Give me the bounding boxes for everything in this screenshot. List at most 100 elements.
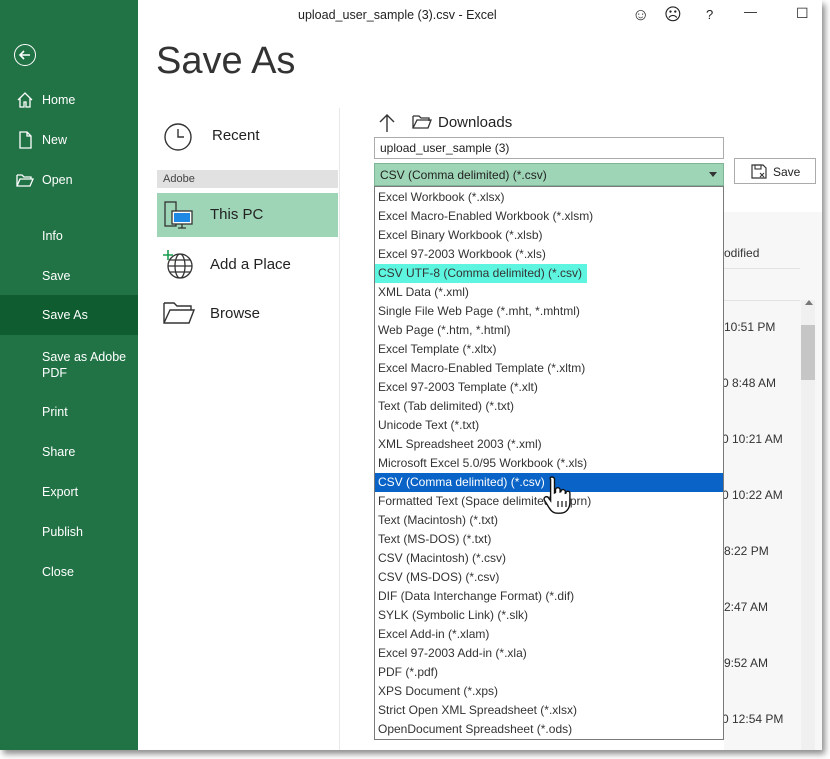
back-arrow-icon[interactable]	[14, 44, 36, 66]
date-modified-header[interactable]: odified	[724, 246, 759, 260]
window-title: upload_user_sample (3).csv - Excel	[298, 8, 497, 22]
location-label: Add a Place	[210, 256, 291, 273]
globe-add-icon	[163, 249, 195, 285]
nav-label: Close	[42, 565, 74, 579]
location-add-place[interactable]: Add a Place	[157, 243, 338, 287]
nav-close[interactable]: Close	[0, 563, 138, 583]
nav-print[interactable]: Print	[0, 403, 138, 423]
location-browse[interactable]: Browse	[157, 292, 338, 336]
breadcrumb[interactable]: Downloads	[438, 114, 512, 131]
nav-label: Export	[42, 485, 79, 499]
file-type-option[interactable]: Strict Open XML Spreadsheet (*.xlsx)	[375, 701, 723, 720]
file-type-option[interactable]: Text (MS-DOS) (*.txt)	[375, 530, 723, 549]
nav-save-as[interactable]: Save As	[0, 295, 138, 335]
save-button[interactable]: Save	[734, 158, 816, 184]
nav-new[interactable]: New	[0, 131, 138, 151]
nav-label: Home	[42, 93, 76, 107]
file-type-option[interactable]: Excel Add-in (*.xlam)	[375, 625, 723, 644]
smile-feedback-icon[interactable]: ☺	[632, 5, 649, 25]
nav-home[interactable]: Home	[0, 91, 138, 111]
computer-icon	[162, 199, 194, 235]
nav-publish[interactable]: Publish	[0, 523, 138, 543]
scroll-up-icon[interactable]	[805, 300, 813, 305]
file-type-option[interactable]: Single File Web Page (*.mht, *.mhtml)	[375, 302, 723, 321]
nav-open[interactable]: Open	[0, 171, 138, 191]
file-type-select[interactable]: CSV (Comma delimited) (*.csv)	[374, 163, 724, 186]
title-bar: upload_user_sample (3).csv - Excel ☺ ☹ ?…	[138, 0, 822, 32]
nav-label: Share	[42, 445, 76, 459]
location-recent[interactable]: Recent	[157, 114, 338, 158]
home-icon	[16, 91, 34, 109]
maximize-icon[interactable]: ☐	[796, 5, 809, 22]
row-separator	[724, 268, 800, 269]
file-type-option[interactable]: Excel Macro-Enabled Workbook (*.xlsm)	[375, 207, 723, 226]
folder-icon	[163, 300, 196, 330]
file-time: 2:47 AM	[724, 600, 769, 614]
nav-save-as-adobe-pdf[interactable]: Save as Adobe PDF	[0, 347, 138, 383]
minimize-icon[interactable]: —	[744, 4, 757, 19]
file-type-option[interactable]: Microsoft Excel 5.0/95 Workbook (*.xls)	[375, 454, 723, 473]
file-type-option[interactable]: Excel Macro-Enabled Template (*.xltm)	[375, 359, 723, 378]
file-type-option[interactable]: XML Data (*.xml)	[375, 283, 723, 302]
nav-save[interactable]: Save	[0, 267, 138, 287]
file-type-option[interactable]: DIF (Data Interchange Format) (*.dif)	[375, 587, 723, 606]
open-folder-icon	[16, 171, 34, 189]
nav-label-line1: Save as Adobe	[42, 350, 127, 364]
clock-icon	[163, 122, 193, 156]
file-type-option[interactable]: Excel Workbook (*.xlsx)	[375, 188, 723, 207]
nav-export[interactable]: Export	[0, 483, 138, 503]
location-label: Browse	[210, 305, 261, 322]
filename-input[interactable]	[374, 137, 724, 159]
page-title: Save As	[156, 40, 296, 82]
file-type-option[interactable]: OpenDocument Spreadsheet (*.ods)	[375, 720, 723, 739]
nav-info[interactable]: Info	[0, 227, 138, 247]
file-type-option[interactable]: Excel 97-2003 Workbook (*.xls)	[375, 245, 723, 264]
nav-label: Save	[42, 269, 71, 283]
file-type-option[interactable]: Excel Template (*.xltx)	[375, 340, 723, 359]
file-type-option[interactable]: SYLK (Symbolic Link) (*.slk)	[375, 606, 723, 625]
file-type-option[interactable]: Web Page (*.htm, *.html)	[375, 321, 723, 340]
file-time: 0 10:21 AM	[722, 432, 783, 446]
file-type-option[interactable]: Excel 97-2003 Add-in (*.xla)	[375, 644, 723, 663]
save-label: Save	[773, 165, 801, 179]
file-time: 8:22 PM	[724, 544, 769, 558]
file-type-dropdown-list: Excel Workbook (*.xlsx) Excel Macro-Enabl…	[374, 186, 724, 740]
file-type-option[interactable]: Text (Tab delimited) (*.txt)	[375, 397, 723, 416]
save-disk-icon	[751, 164, 767, 182]
location-label: This PC	[210, 206, 264, 223]
location-label: Recent	[212, 127, 260, 144]
file-type-option[interactable]: Excel 97-2003 Template (*.xlt)	[375, 378, 723, 397]
nav-share[interactable]: Share	[0, 443, 138, 463]
scrollbar-thumb[interactable]	[801, 325, 815, 380]
row-separator	[724, 300, 800, 301]
nav-label: Print	[42, 405, 68, 419]
nav-label: New	[42, 133, 68, 147]
file-type-option[interactable]: XPS Document (*.xps)	[375, 682, 723, 701]
nav-label: Save as Adobe PDF	[42, 349, 126, 381]
file-type-option[interactable]: PDF (*.pdf)	[375, 663, 723, 682]
file-time: 0 8:48 AM	[722, 376, 777, 390]
section-label: Adobe	[163, 173, 195, 185]
frown-feedback-icon[interactable]: ☹	[664, 5, 682, 25]
file-type-option[interactable]: CSV (MS-DOS) (*.csv)	[375, 568, 723, 587]
folder-icon	[412, 114, 432, 135]
file-time: 0 10:22 AM	[722, 488, 783, 502]
hand-pointer-cursor-icon	[543, 475, 573, 522]
chevron-down-icon	[709, 172, 717, 177]
file-time: 0 12:54 PM	[722, 712, 784, 726]
new-document-icon	[16, 131, 34, 149]
file-type-value: CSV (Comma delimited) (*.csv)	[380, 168, 547, 182]
up-arrow-icon[interactable]	[378, 113, 396, 138]
file-type-option[interactable]: Unicode Text (*.txt)	[375, 416, 723, 435]
location-this-pc[interactable]: This PC	[157, 193, 338, 237]
help-icon[interactable]: ?	[706, 7, 713, 22]
file-type-option[interactable]: CSV UTF-8 (Comma delimited) (*.csv)	[375, 264, 587, 283]
file-time: 10:51 PM	[724, 320, 776, 334]
file-type-option[interactable]: XML Spreadsheet 2003 (*.xml)	[375, 435, 723, 454]
file-type-option[interactable]: Excel Binary Workbook (*.xlsb)	[375, 226, 723, 245]
nav-label: Info	[42, 229, 63, 243]
nav-label: Save As	[42, 308, 88, 322]
file-type-option[interactable]: CSV (Macintosh) (*.csv)	[375, 549, 723, 568]
nav-label: Open	[42, 173, 73, 187]
backstage-sidebar: Home New Open Info Save Save As Save as …	[0, 0, 138, 750]
